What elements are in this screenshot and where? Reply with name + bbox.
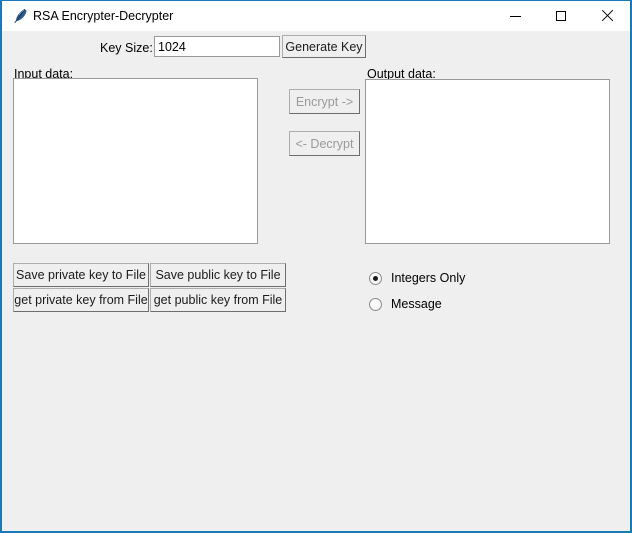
save-public-key-button[interactable]: Save public key to File bbox=[150, 263, 286, 287]
title-bar: RSA Encrypter-Decrypter bbox=[2, 1, 630, 32]
key-size-label: Key Size: bbox=[100, 41, 153, 55]
radio-message[interactable]: Message bbox=[369, 295, 442, 313]
input-data-textarea[interactable] bbox=[13, 78, 258, 244]
get-private-key-button[interactable]: get private key from File bbox=[13, 288, 149, 312]
key-size-input[interactable] bbox=[154, 36, 280, 57]
minimize-button[interactable] bbox=[492, 1, 538, 31]
close-icon bbox=[601, 10, 613, 22]
radio-integers-only[interactable]: Integers Only bbox=[369, 269, 465, 287]
save-private-key-button[interactable]: Save private key to File bbox=[13, 263, 149, 287]
client-area: Key Size: Generate Key Input data: Encry… bbox=[2, 31, 630, 531]
radio-indicator-integers-only bbox=[369, 271, 382, 285]
radio-label-message: Message bbox=[391, 297, 442, 311]
encrypt-button[interactable]: Encrypt -> bbox=[289, 89, 360, 114]
get-public-key-button[interactable]: get public key from File bbox=[150, 288, 286, 312]
decrypt-button[interactable]: <- Decrypt bbox=[289, 131, 360, 156]
radio-indicator-message bbox=[369, 297, 382, 311]
minimize-icon bbox=[509, 15, 521, 17]
maximize-button[interactable] bbox=[538, 1, 584, 31]
maximize-icon bbox=[556, 11, 566, 21]
application-window: RSA Encrypter-Decrypter Key Size: Genera… bbox=[0, 0, 632, 533]
generate-key-button[interactable]: Generate Key bbox=[282, 35, 366, 58]
close-button[interactable] bbox=[584, 1, 630, 31]
feather-icon bbox=[11, 7, 29, 25]
radio-label-integers-only: Integers Only bbox=[391, 271, 466, 285]
window-title: RSA Encrypter-Decrypter bbox=[33, 9, 174, 23]
output-data-textarea[interactable] bbox=[365, 79, 610, 244]
